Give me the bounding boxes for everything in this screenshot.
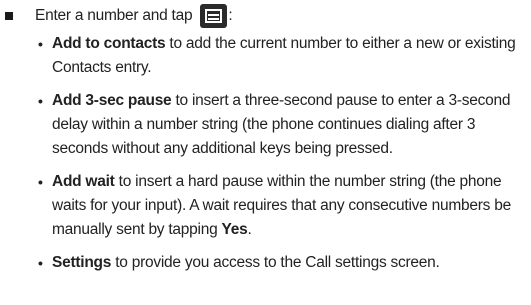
option-emphasis: Yes <box>221 221 248 238</box>
option-description: to provide you access to the Call settin… <box>111 254 440 271</box>
menu-key-icon <box>200 4 228 28</box>
option-end: . <box>247 221 252 238</box>
list-item-add-3-sec-pause: • Add 3-sec pause to insert a three-seco… <box>38 89 525 161</box>
bullet-dot: • <box>38 174 43 190</box>
menu-options-list: • Add to contacts to add the current num… <box>38 32 525 275</box>
bullet-dot: • <box>38 36 43 52</box>
list-item-add-wait: • Add wait to insert a hard pause within… <box>38 170 525 242</box>
instruction-colon: : <box>228 7 233 24</box>
option-term: Add 3-sec pause <box>52 92 172 109</box>
bullet-dot: • <box>38 93 43 109</box>
instruction-text: Enter a number and tap <box>35 7 193 24</box>
option-term: Settings <box>52 254 112 271</box>
list-item-add-to-contacts: • Add to contacts to add the current num… <box>38 32 525 80</box>
instruction-step: Enter a number and tap : <box>4 0 233 32</box>
square-bullet <box>5 12 13 20</box>
list-item-settings: • Settings to provide you access to the … <box>38 251 525 275</box>
option-term: Add wait <box>52 173 115 190</box>
option-description: to insert a hard pause within the number… <box>52 173 511 238</box>
option-term: Add to contacts <box>52 35 166 52</box>
bullet-dot: • <box>38 255 43 271</box>
